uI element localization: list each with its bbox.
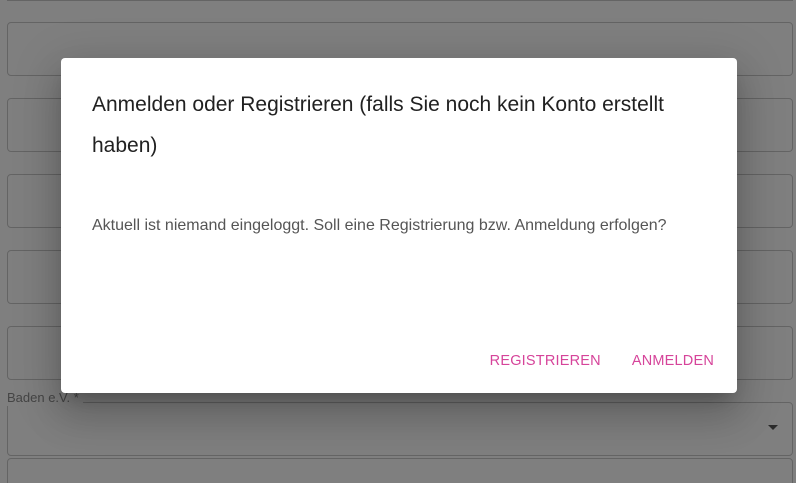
register-button[interactable]: REGISTRIEREN	[481, 343, 610, 379]
login-register-dialog: Anmelden oder Registrieren (falls Sie no…	[61, 58, 737, 393]
dialog-title: Anmelden oder Registrieren (falls Sie no…	[92, 93, 664, 157]
login-button[interactable]: ANMELDEN	[623, 343, 723, 379]
dialog-actions: REGISTRIEREN ANMELDEN	[468, 343, 723, 379]
dialog-message: Aktuell ist niemand eingeloggt. Soll ein…	[92, 217, 667, 234]
app-page: Baden e.V. * Anmelden oder Registrieren …	[0, 0, 796, 483]
